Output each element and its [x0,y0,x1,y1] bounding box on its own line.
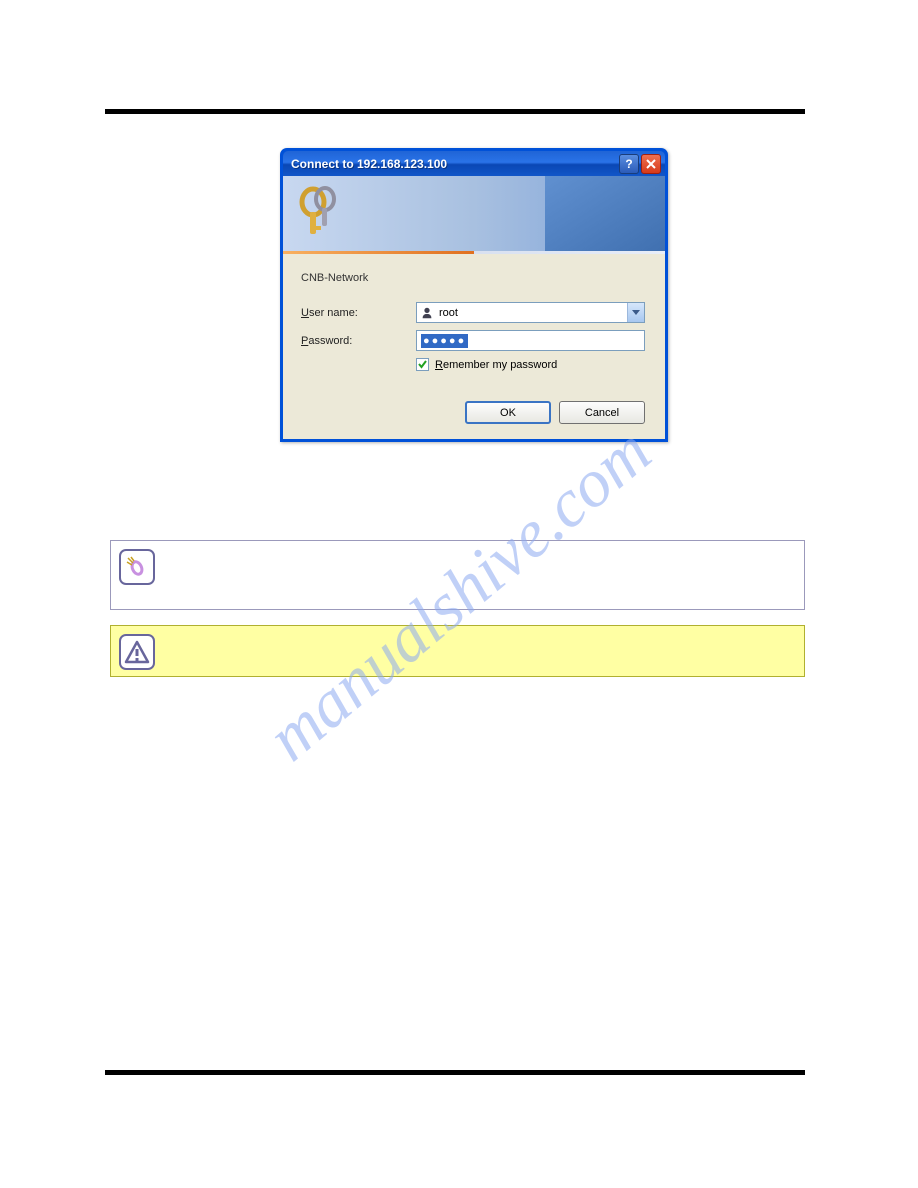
cancel-button[interactable]: Cancel [559,401,645,424]
tip-icon [119,549,155,585]
horizontal-rule-top [105,109,805,114]
help-button[interactable]: ? [619,154,639,174]
dialog-buttons: OK Cancel [301,401,645,424]
password-row: Password: ●●●●● [301,330,645,351]
dialog-titlebar[interactable]: Connect to 192.168.123.100 ? [283,151,665,176]
check-icon [417,359,428,370]
dropdown-arrow[interactable] [627,303,644,322]
chevron-down-icon [632,310,640,316]
realm-label: CNB-Network [301,272,645,284]
close-button[interactable] [641,154,661,174]
password-value: ●●●●● [421,334,468,348]
username-label: User name: [301,307,416,319]
dialog-title: Connect to 192.168.123.100 [291,157,617,171]
close-icon [646,159,656,169]
caution-callout [110,625,805,677]
username-value: root [439,307,627,319]
password-input[interactable]: ●●●●● [416,330,645,351]
remember-row: Remember my password [416,358,645,371]
auth-dialog: Connect to 192.168.123.100 ? CNB-Network… [280,148,668,442]
user-icon [419,305,435,321]
password-label: Password: [301,335,416,347]
dialog-body: CNB-Network User name: root Password: ●●… [283,254,665,439]
remember-checkbox[interactable] [416,358,429,371]
warning-icon [119,634,155,670]
keys-icon [295,184,345,239]
note-callout [110,540,805,610]
help-icon: ? [625,157,632,171]
username-combobox[interactable]: root [416,302,645,323]
username-row: User name: root [301,302,645,323]
ok-button[interactable]: OK [465,401,551,424]
dialog-banner [283,176,665,251]
horizontal-rule-bottom [105,1070,805,1075]
remember-label: Remember my password [435,359,557,371]
